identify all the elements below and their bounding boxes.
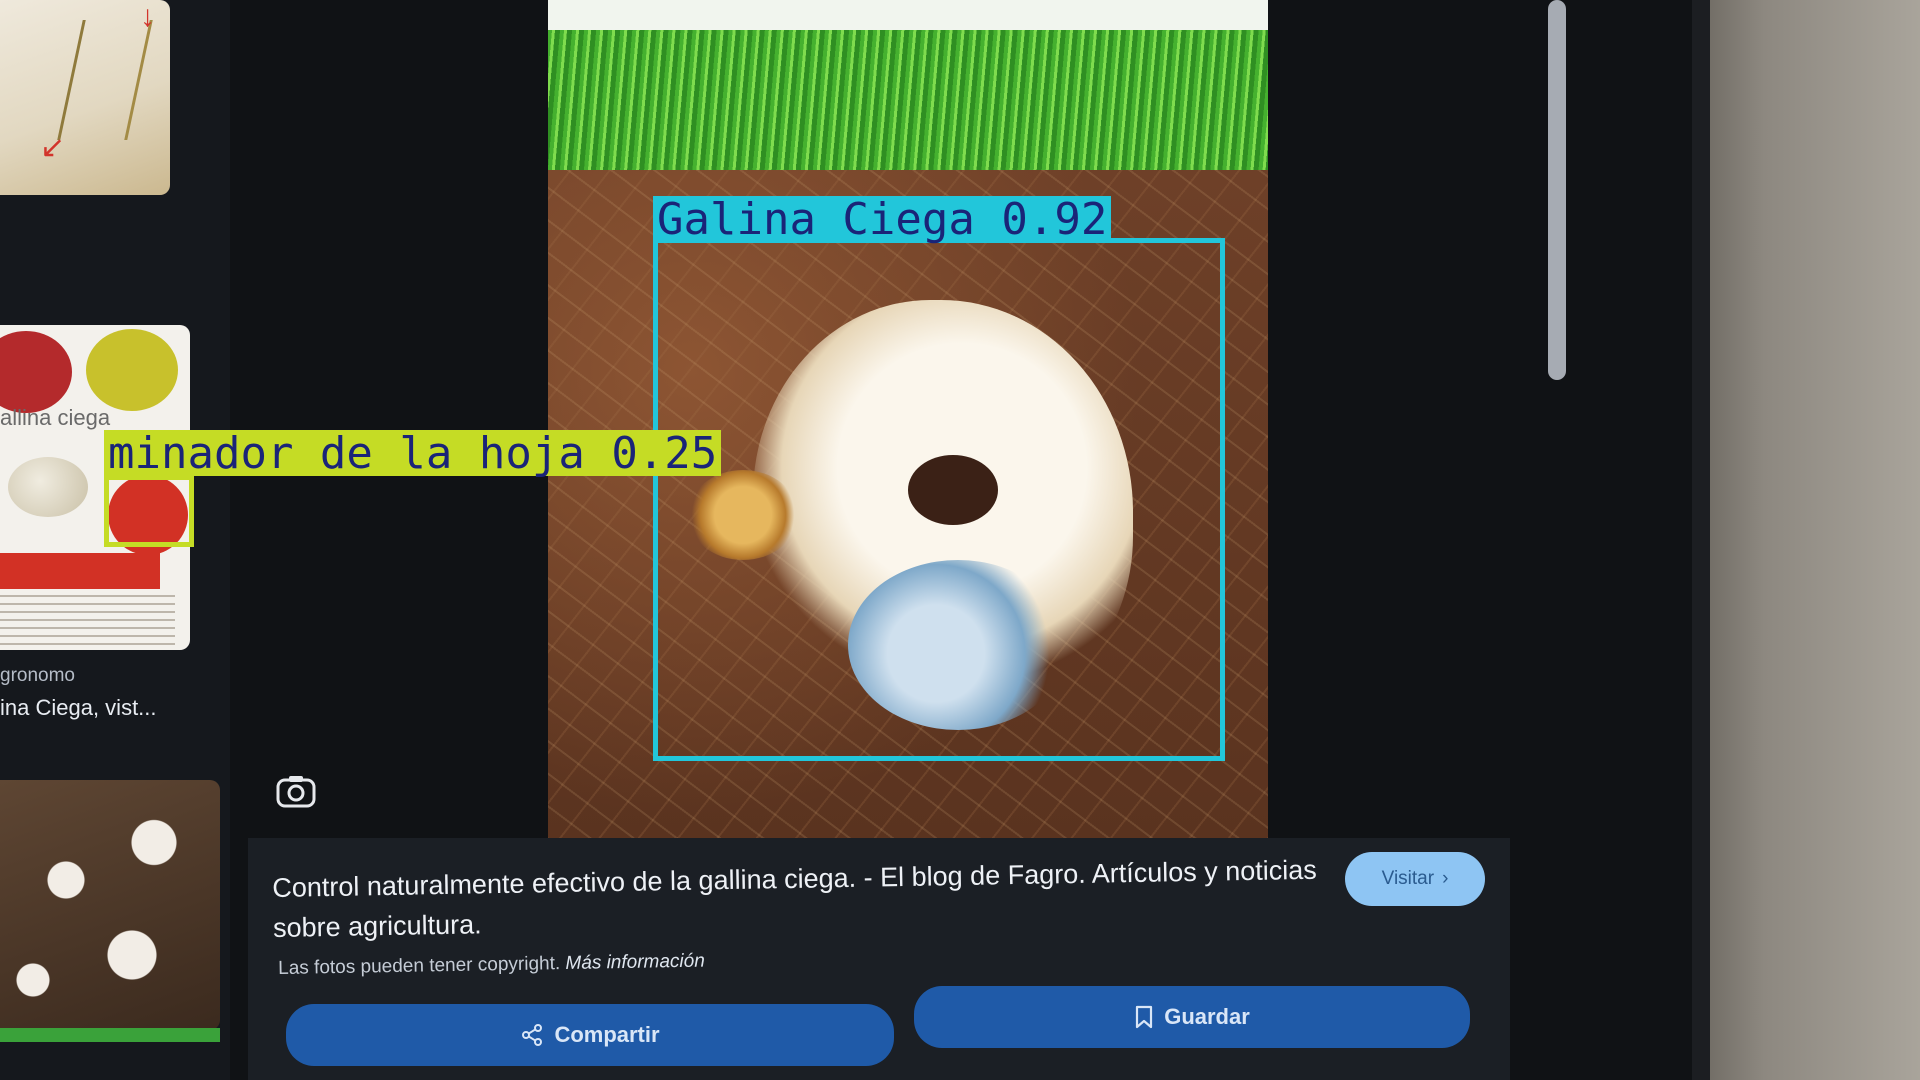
lens-icon[interactable] (275, 775, 317, 809)
text-lines (0, 595, 175, 645)
save-button[interactable]: Guardar (914, 986, 1470, 1048)
arrow-icon: ↓ (140, 0, 155, 33)
grub-illustration (8, 457, 88, 517)
thumbnail-title[interactable]: ina Ciega, vist... (0, 695, 157, 721)
visit-button[interactable]: Visitar › (1345, 852, 1485, 906)
detection-box-galina-ciega (653, 238, 1225, 761)
thumbnail-progress-bar (0, 1028, 220, 1042)
related-thumbnail-3[interactable] (0, 780, 220, 1030)
scrollbar[interactable] (1548, 0, 1566, 380)
share-button-label: Compartir (554, 1022, 660, 1047)
thumbnail-heading: allina ciega (0, 405, 111, 430)
related-thumbnail-1[interactable]: ↙ ↓ (0, 0, 170, 195)
chevron-right-icon: › (1442, 868, 1449, 889)
grass-layer (548, 30, 1268, 180)
copyright-text: Las fotos pueden tener copyright. (278, 953, 561, 979)
arrow-icon: ↙ (40, 131, 66, 164)
info-bubble (86, 329, 178, 411)
detection-label-minador: minador de la hoja 0.25 (104, 430, 722, 476)
thumbnail-source: gronomo (0, 665, 75, 686)
save-button-label: Guardar (1164, 1004, 1250, 1029)
share-icon (522, 1024, 543, 1046)
info-bubble (0, 331, 72, 413)
visit-button-label: Visitar (1381, 868, 1435, 889)
detection-label-galina-ciega: Galina Ciega 0.92 (653, 196, 1112, 242)
bookmark-icon (1136, 1005, 1153, 1029)
red-strip (0, 553, 160, 589)
more-info-link[interactable]: Más información (565, 951, 705, 974)
plant-illustration (57, 20, 153, 140)
detection-box-minador (104, 475, 194, 547)
share-button[interactable]: Compartir (286, 1004, 894, 1066)
